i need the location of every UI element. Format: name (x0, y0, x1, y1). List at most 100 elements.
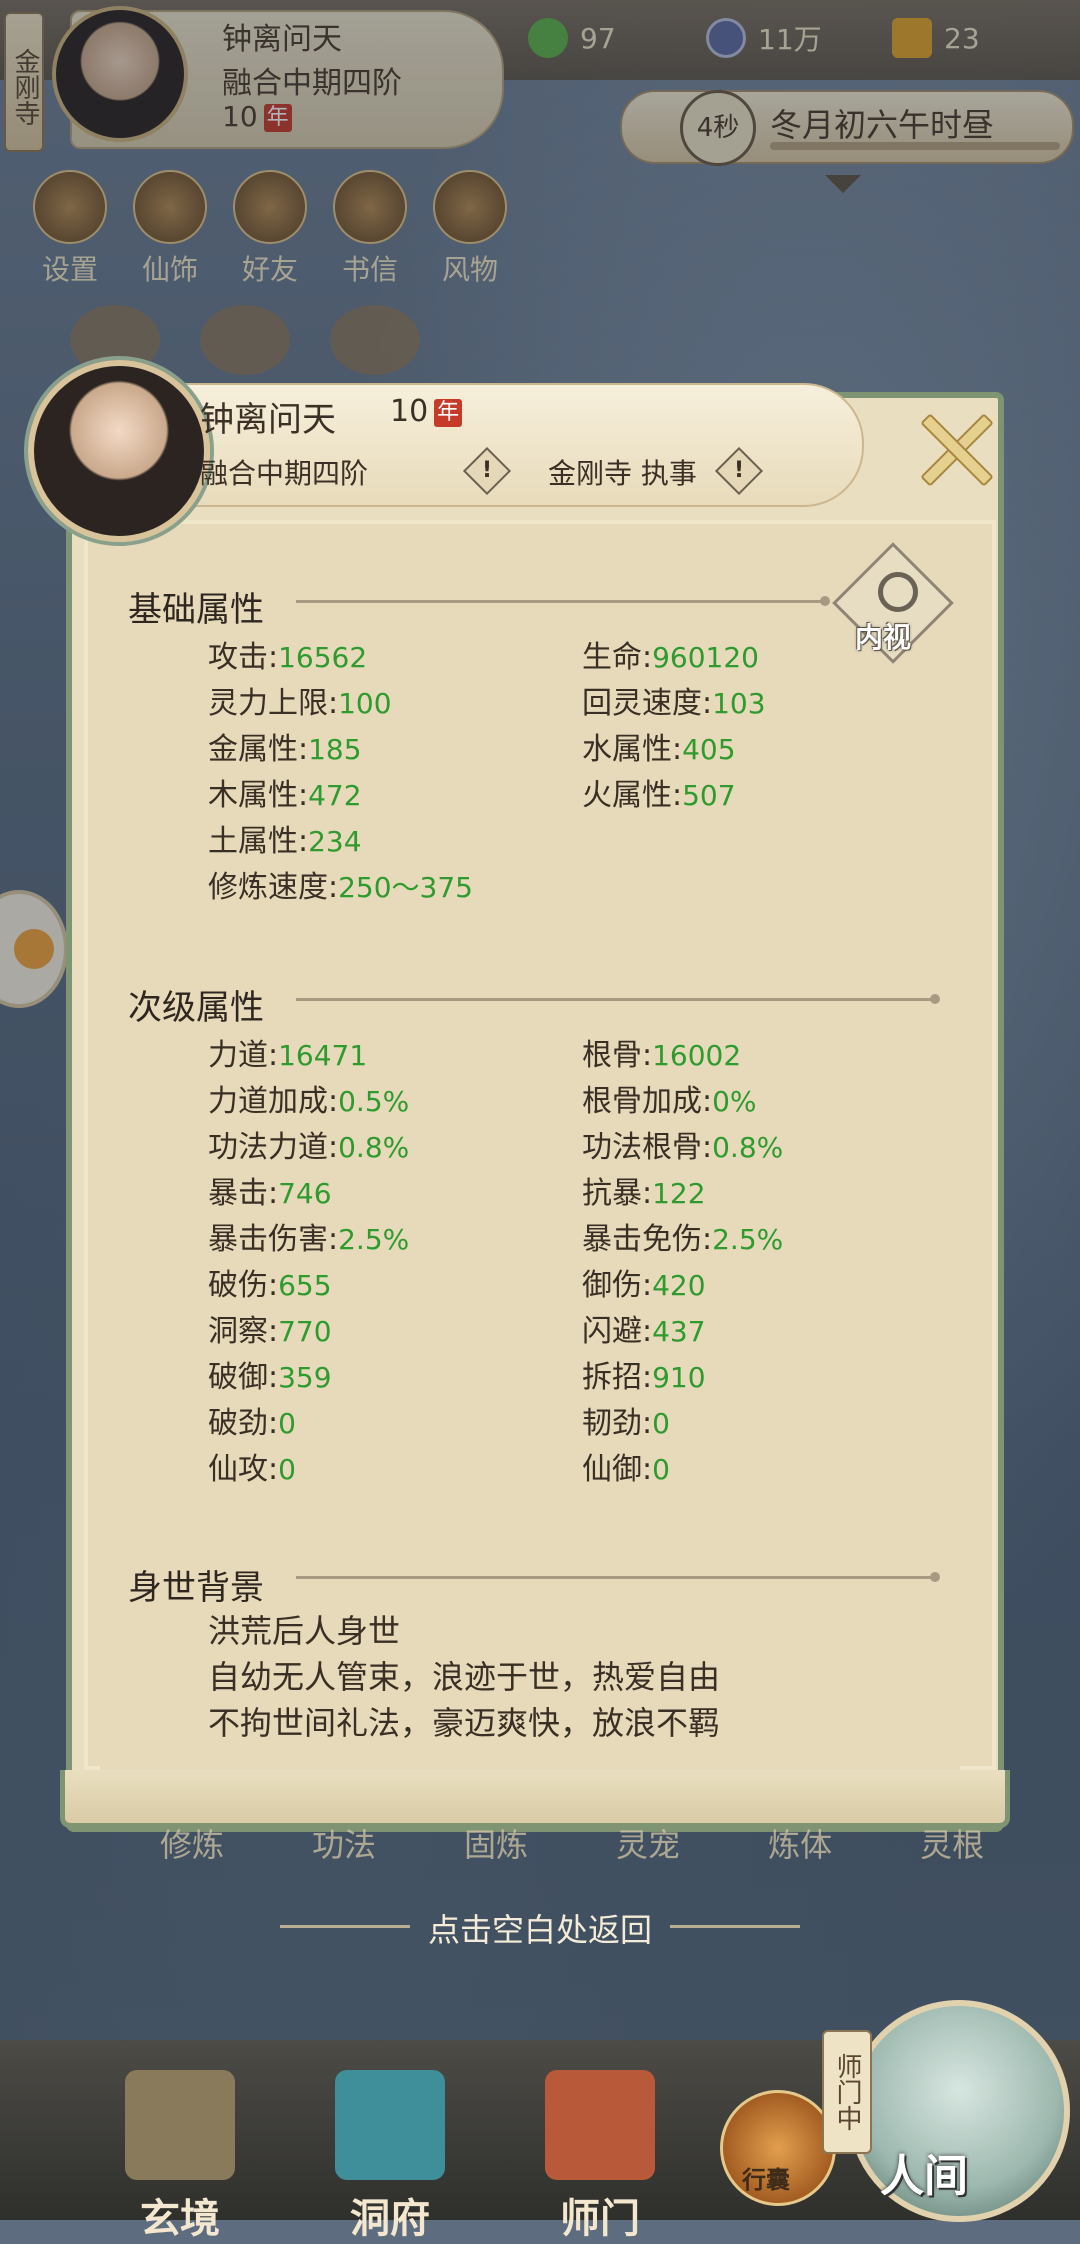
behind-tab: 灵宠 (616, 1826, 681, 1864)
attr-item: 破劲:0 (208, 1406, 296, 1441)
hint-line-right (670, 1925, 800, 1928)
attr-item: 暴击:746 (208, 1176, 332, 1211)
bag-label: 行囊 (742, 2166, 790, 2194)
attr-item: 暴击免伤:2.5% (582, 1222, 784, 1257)
renjian-label: 人间 (880, 2151, 968, 2202)
return-hint[interactable]: 点击空白处返回 (0, 1905, 1080, 1951)
behind-tab: 修炼 (160, 1826, 225, 1864)
attr-value: 0.8% (712, 1131, 784, 1164)
attr-value: 770 (278, 1315, 332, 1348)
attr-value: 16562 (278, 641, 368, 674)
attr-item: 拆招:910 (582, 1360, 706, 1395)
attr-label: 生命 (582, 640, 642, 675)
attr-value: 472 (308, 779, 362, 812)
attr-label: 仙攻 (208, 1452, 268, 1487)
attr-label: 暴击 (208, 1176, 268, 1211)
basic-attributes-title: 基础属性 (128, 590, 264, 630)
attr-label: 抗暴 (582, 1176, 642, 1211)
nav-xuanjing[interactable]: 玄境 (110, 2070, 250, 2244)
attr-item: 根骨加成:0% (582, 1084, 757, 1119)
character-realm: 融合中期四阶 (200, 457, 369, 490)
attr-value: 103 (712, 687, 766, 720)
attr-label: 回灵速度 (582, 686, 702, 721)
scroll-fade (100, 1740, 960, 1770)
attr-label: 洞察 (208, 1314, 268, 1349)
attr-value: 655 (278, 1269, 332, 1302)
secondary-attributes-title: 次级属性 (128, 988, 264, 1028)
attr-label: 金属性 (208, 732, 298, 767)
attr-item: 闪避:437 (582, 1314, 706, 1349)
character-age: 10 年 (390, 394, 463, 429)
attr-item: 破御:359 (208, 1360, 332, 1395)
attr-value: 0.5% (338, 1085, 410, 1118)
attr-label: 根骨 (582, 1038, 642, 1073)
attr-value: 0 (652, 1407, 670, 1440)
attr-item: 修炼速度:250～375 (208, 870, 473, 905)
attr-label: 功法力道 (208, 1130, 328, 1165)
attr-label: 破伤 (208, 1268, 268, 1303)
attr-item: 火属性:507 (582, 778, 736, 813)
attr-item: 水属性:405 (582, 732, 736, 767)
attr-label: 木属性 (208, 778, 298, 813)
attr-value: 250～375 (338, 871, 473, 904)
attr-value: 16002 (652, 1039, 742, 1072)
attr-value: 100 (338, 687, 392, 720)
nav-label: 洞府 (350, 2196, 430, 2242)
attr-item: 御伤:420 (582, 1268, 706, 1303)
close-button[interactable] (912, 405, 998, 491)
attr-label: 根骨加成 (582, 1084, 702, 1119)
attr-value: 910 (652, 1361, 706, 1394)
attr-label: 水属性 (582, 732, 672, 767)
inner-view-label: 内视 (855, 621, 912, 654)
background-line: 自幼无人管束，浪迹于世，热爱自由 (208, 1658, 721, 1696)
attr-item: 功法力道:0.8% (208, 1130, 410, 1165)
attr-label: 破劲 (208, 1406, 268, 1441)
attr-value: 234 (308, 825, 362, 858)
attr-value: 0 (278, 1453, 296, 1486)
attr-label: 韧劲 (582, 1406, 642, 1441)
behind-tab: 固炼 (464, 1826, 529, 1864)
attr-item: 洞察:770 (208, 1314, 332, 1349)
attr-value: 2.5% (338, 1223, 410, 1256)
attr-item: 生命:960120 (582, 640, 759, 675)
character-sect: 金刚寺 执事 (548, 457, 697, 490)
sect-vertical-tag[interactable]: 师门中 (822, 2030, 872, 2154)
attr-item: 功法根骨:0.8% (582, 1130, 784, 1165)
attr-item: 韧劲:0 (582, 1406, 670, 1441)
attr-value: 405 (682, 733, 736, 766)
attr-label: 仙御 (582, 1452, 642, 1487)
info-mark: ! (481, 458, 493, 483)
section-divider (296, 1572, 940, 1582)
banner-icon (545, 2070, 655, 2180)
attr-label: 力道 (208, 1038, 268, 1073)
section-divider (296, 596, 830, 606)
nav-label: 师门 (560, 2196, 640, 2242)
info-mark: ! (733, 458, 745, 483)
attr-item: 灵力上限:100 (208, 686, 392, 721)
behind-tabs: 修炼 功法 固炼 灵宠 炼体 灵根 (160, 1820, 984, 1866)
nav-shimen[interactable]: 师门 (530, 2070, 670, 2244)
attr-item: 回灵速度:103 (582, 686, 766, 721)
eye-icon (878, 572, 918, 612)
attr-value: 507 (682, 779, 736, 812)
attr-item: 根骨:16002 (582, 1038, 742, 1073)
attr-value: 746 (278, 1177, 332, 1210)
attr-label: 火属性 (582, 778, 672, 813)
background-title: 身世背景 (128, 1568, 264, 1608)
attr-label: 力道加成 (208, 1084, 328, 1119)
attr-item: 木属性:472 (208, 778, 362, 813)
attr-label: 暴击免伤 (582, 1222, 702, 1257)
character-name: 钟离问天 (200, 400, 336, 440)
scroll-icon (125, 2070, 235, 2180)
nav-label: 玄境 (140, 2196, 220, 2242)
attr-value: 420 (652, 1269, 706, 1302)
attr-value: 16471 (278, 1039, 368, 1072)
attr-label: 攻击 (208, 640, 268, 675)
attr-value: 185 (308, 733, 362, 766)
attr-item: 土属性:234 (208, 824, 362, 859)
attr-item: 金属性:185 (208, 732, 362, 767)
behind-tab: 功法 (312, 1826, 377, 1864)
nav-dongfu[interactable]: 洞府 (320, 2070, 460, 2244)
attr-value: 437 (652, 1315, 706, 1348)
attr-value: 0 (652, 1453, 670, 1486)
